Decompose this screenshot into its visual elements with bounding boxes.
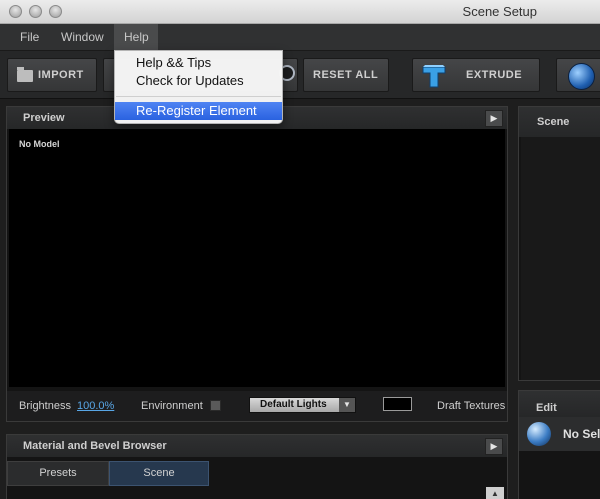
import-button[interactable]: IMPORT <box>7 58 97 92</box>
environment-checkbox[interactable] <box>210 400 221 411</box>
material-bevel-panel: Material and Bevel Browser ▶ Presets Sce… <box>6 434 508 499</box>
reset-all-label: RESET ALL <box>313 69 379 81</box>
preview-expand-arrow-icon[interactable]: ▶ <box>485 110 503 127</box>
title-bar: Scene Setup <box>0 0 600 24</box>
edit-header: Edit <box>519 391 600 417</box>
material-header: Material and Bevel Browser ▶ <box>7 435 507 457</box>
close-window-button[interactable] <box>9 5 22 18</box>
extrude-button[interactable]: EXTRUDE <box>412 58 540 92</box>
tab-scene[interactable]: Scene <box>109 461 209 486</box>
scene-list[interactable] <box>521 137 600 380</box>
selection-label: No Sel <box>563 427 600 441</box>
scene-panel: Scene <box>518 106 600 381</box>
menu-bar: File Window Help <box>0 24 600 51</box>
preview-viewport[interactable]: No Model <box>9 129 505 387</box>
scene-header: Scene <box>519 107 600 137</box>
menu-item-check-updates[interactable]: Check for Updates <box>115 72 282 90</box>
help-menu-dropdown: Help && Tips Check for Updates Re-Regist… <box>114 50 283 124</box>
import-button-label: IMPORT <box>38 69 84 81</box>
menu-help[interactable]: Help <box>114 24 158 51</box>
extrude-icon <box>422 65 446 88</box>
tab-presets[interactable]: Presets <box>7 461 109 486</box>
menu-separator <box>116 96 281 97</box>
menu-window[interactable]: Window <box>61 30 104 44</box>
material-title: Material and Bevel Browser <box>23 440 167 452</box>
menu-item-re-register[interactable]: Re-Register Element <box>115 102 282 120</box>
no-model-label: No Model <box>19 139 60 149</box>
zoom-window-button[interactable] <box>49 5 62 18</box>
environment-button[interactable] <box>556 58 600 92</box>
edit-panel: Edit No Sel <box>518 390 600 499</box>
brightness-label: Brightness <box>19 400 71 412</box>
menu-item-help-tips[interactable]: Help && Tips <box>115 54 282 72</box>
extrude-label: EXTRUDE <box>466 69 523 81</box>
globe-icon <box>568 63 595 90</box>
reset-all-button[interactable]: RESET ALL <box>303 58 389 92</box>
window-title: Scene Setup <box>462 4 537 19</box>
lights-dropdown-value: Default Lights <box>260 399 327 410</box>
scroll-up-arrow-icon[interactable]: ▲ <box>486 487 504 499</box>
brightness-value[interactable]: 100.0% <box>77 400 114 412</box>
draft-textures-label: Draft Textures <box>437 400 506 412</box>
menu-file[interactable]: File <box>20 30 39 44</box>
preview-panel: Preview ▶ No Model Brightness 100.0% Env… <box>6 106 508 422</box>
selection-row[interactable]: No Sel <box>519 417 600 451</box>
environment-label: Environment <box>141 400 203 412</box>
preview-title: Preview <box>23 112 65 124</box>
edit-title: Edit <box>536 402 557 414</box>
material-sphere-icon <box>527 422 551 446</box>
preview-footer: Brightness 100.0% Environment Default Li… <box>7 391 507 421</box>
scene-title: Scene <box>537 116 570 128</box>
background-color-swatch[interactable] <box>383 397 412 411</box>
toolbar: IMPORT RESET ALL EXTRUDE <box>0 51 600 99</box>
folder-icon <box>17 67 33 82</box>
chevron-down-icon: ▼ <box>339 398 355 412</box>
minimize-window-button[interactable] <box>29 5 42 18</box>
material-expand-arrow-icon[interactable]: ▶ <box>485 438 503 455</box>
lights-dropdown[interactable]: Default Lights ▼ <box>249 397 356 413</box>
